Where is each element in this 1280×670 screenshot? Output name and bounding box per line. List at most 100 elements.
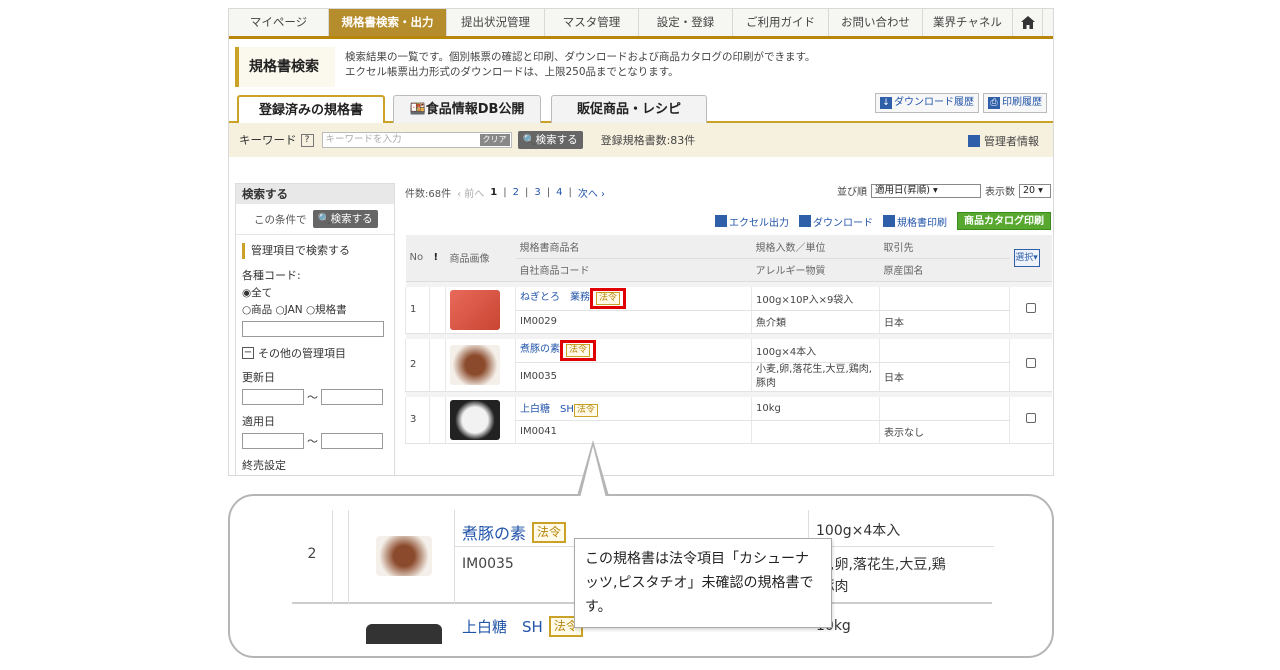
col-code: 自社商品コード [515,258,752,282]
download-icon [799,215,811,227]
catalog-print-button[interactable]: 商品カタログ印刷 [957,212,1051,230]
applied-to-input[interactable] [321,433,383,449]
nav-mypage[interactable]: マイページ [229,9,329,36]
product-name-link[interactable]: 上白糖 SH [520,404,574,415]
zoom-qty: 100g×4本入 [816,523,901,539]
nav-contact[interactable]: お問い合わせ [829,9,923,36]
collapse-icon: − [242,347,254,359]
print-spec-link[interactable]: 規格書印刷 [883,214,947,229]
product-image [445,339,516,392]
sort-controls: 並び順 適用日(昇順) ▾ 表示数 20 ▾ [837,183,1051,198]
app-window: マイページ 規格書検索・出力 提出状況管理 マスタ管理 設定・登録 ご利用ガイド… [228,8,1054,476]
nav-guide[interactable]: ご利用ガイド [733,9,829,36]
product-thumbnail [450,399,500,440]
zoom-next-thumbnail [366,624,442,644]
updated-from-input[interactable] [242,389,304,405]
page-2[interactable]: 2 [513,187,519,198]
table-header-row-1: No ! 商品画像 規格書商品名 規格入数／単位 取引先 選択▾ [405,235,1052,282]
radio-all[interactable]: ◉全て [242,285,394,300]
home-icon [1020,16,1035,29]
download-link[interactable]: ダウンロード [799,214,873,229]
col-select: 選択▾ [1009,235,1052,282]
law-badge[interactable]: 法令 [573,403,598,417]
next-page[interactable]: 次へ › [578,185,605,200]
keyword-search-button[interactable]: 🔍検索する [517,131,583,149]
table-row[interactable]: 2 煮豚の素 法令 100g×4本入 [405,339,1052,392]
keyword-bar: キーワード ? キーワードを入力 クリア 🔍検索する 登録規格書数:83件 管理… [229,123,1053,157]
tab-food-db[interactable]: 🍱食品情報DB公開 [393,95,541,123]
page-1[interactable]: 1 [490,187,497,198]
nav-settings[interactable]: 設定・登録 [639,9,733,36]
page-4[interactable]: 4 [556,187,562,198]
code-input[interactable] [242,321,384,337]
row-checkbox[interactable] [1025,303,1036,314]
download-icon: ↓ [880,97,892,109]
zoom-next-name: 上白糖 SH 法令 [462,616,583,637]
panel-search-button[interactable]: 🔍検索する [312,210,378,228]
law-badge[interactable]: 法令 [566,343,591,357]
product-image [445,397,516,444]
product-name-link[interactable]: ねぎとろ 業務 [520,292,590,303]
print-history-link[interactable]: ⎙ 印刷履歴 [983,93,1047,113]
page-3[interactable]: 3 [534,187,540,198]
nav-industry-channel[interactable]: 業界チャネル [923,9,1013,36]
col-origin: 原産国名 [879,258,1010,282]
per-page-select[interactable]: 20 ▾ [1019,183,1051,198]
keyword-input[interactable]: キーワードを入力 クリア [321,132,512,148]
row-checkbox[interactable] [1025,358,1036,369]
download-icon [715,215,727,227]
prev-page[interactable]: ‹ 前へ [457,185,484,200]
law-badge[interactable]: 法令 [596,291,621,305]
sort-select[interactable]: 適用日(昇順) ▾ [871,183,981,198]
col-no: No [405,235,430,282]
print-icon [883,215,895,227]
table-row[interactable]: 3 上白糖 SH 法令 10kg [405,397,1052,444]
end-setting-label: 終売設定 [242,459,286,472]
product-name-link[interactable]: 煮豚の素 [520,344,560,355]
other-items-toggle[interactable]: − その他の管理項目 [242,345,394,361]
page-title: 規格書検索 [235,47,335,87]
nav-submission-status[interactable]: 提出状況管理 [447,9,545,36]
admin-info-link[interactable]: 管理者情報 [968,133,1039,149]
result-count: 件数:68件 [405,188,452,200]
radio-code-types[interactable]: ○商品 ○JAN ○規格書 [242,302,394,317]
col-allergy: アレルギー物質 [751,258,880,282]
code-label: 各種コード: [242,269,301,282]
select-all-button[interactable]: 選択▾ [1013,248,1040,267]
nav-spec-search[interactable]: 規格書検索・出力 [329,9,447,36]
zoom-row-number: 2 [307,546,317,562]
zoom-law-badge[interactable]: 法令 [532,521,567,543]
pager: 件数:68件 ‹ 前へ 1 | 2 | 3 | 4 | 次へ › 並び順 適用日(昇順)… [405,183,1051,201]
callout-pointer-inner [580,446,606,498]
zoom-product-code: IM0035 [462,556,514,572]
law-tooltip: この規格書は法令項目「カシューナッツ,ピスタチオ」未確認の規格書です。 [574,538,832,628]
search-panel: 検索する この条件で 🔍検索する 管理項目で検索する 各種コード: ◉全て ○商… [235,183,395,475]
col-image: 商品画像 [445,235,516,282]
home-button[interactable] [1013,9,1043,36]
search-panel-title: 検索する [236,184,394,204]
updated-label: 更新日 [242,371,275,384]
results-area: 件数:68件 ‹ 前へ 1 | 2 | 3 | 4 | 次へ › 並び順 適用日(昇順)… [405,183,1052,444]
page-description: 検索結果の一覧です。個別帳票の確認と印刷、ダウンロードおよび商品カタログの印刷が… [345,51,816,78]
zoom-callout: 2 煮豚の素 法令 IM0035 100g×4本入 麦,卵,落花生,大豆,鶏 ,豚肉… [228,494,1054,658]
tab-promo-recipe[interactable]: 販促商品・レシピ [551,95,707,123]
applied-from-input[interactable] [242,433,304,449]
col-name: 規格書商品名 [515,235,752,259]
nav-master[interactable]: マスタ管理 [545,9,639,36]
table-row[interactable]: 1 ねぎとろ 業務 法令 100g×10P入×9袋入 [405,287,1052,334]
excel-export-link[interactable]: エクセル出力 [715,214,789,229]
applied-label: 適用日 [242,415,275,428]
row-checkbox[interactable] [1025,413,1036,424]
updated-to-input[interactable] [321,389,383,405]
food-icon: 🍱 [409,102,426,117]
page-header: 規格書検索 検索結果の一覧です。個別帳票の確認と印刷、ダウンロードおよび商品カタ… [229,47,1053,93]
product-image [445,287,516,334]
clear-button[interactable]: クリア [479,134,510,146]
download-history-link[interactable]: ↓ ダウンロード履歴 [875,93,979,113]
applied-range: 〜 [242,433,394,449]
tab-registered-specs[interactable]: 登録済みの規格書 [237,95,385,125]
help-icon[interactable]: ? [300,133,314,147]
result-actions: エクセル出力 ダウンロード 規格書印刷 商品カタログ印刷 [405,211,1051,231]
zoom-allergy: 麦,卵,落花生,大豆,鶏 ,豚肉 [816,557,946,595]
history-links: ↓ ダウンロード履歴 ⎙ 印刷履歴 [875,93,1047,113]
